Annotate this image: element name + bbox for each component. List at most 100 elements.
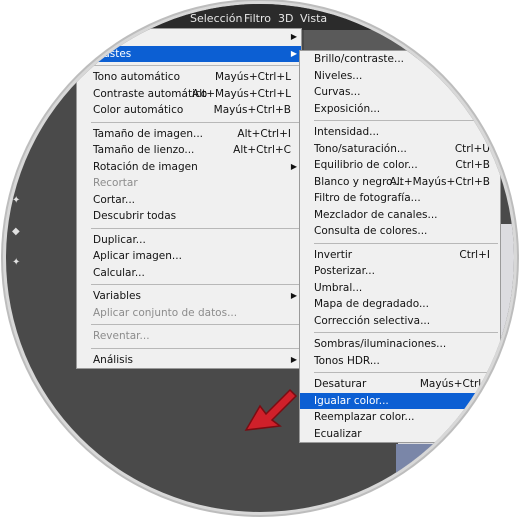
menu-separator [91, 284, 299, 285]
document-image [396, 444, 514, 512]
red-arrow-icon [244, 388, 298, 431]
tool-icon[interactable]: ✦ [12, 195, 32, 206]
image-menu-item-label: Calcular... [93, 266, 145, 279]
image-menu-item-label: Análisis [93, 353, 133, 366]
menu-seleccion[interactable]: Selección [190, 12, 242, 25]
menu-separator [314, 372, 498, 373]
adjustments-item[interactable]: Blanco y negro... Alt+Mayús+Ctrl+B [300, 174, 500, 191]
adjustments-item[interactable]: Niveles... [300, 68, 500, 85]
image-menu-item-label: Tamaño de lienzo... [93, 144, 195, 156]
adjustments-item-label: Corrección selectiva... [314, 314, 431, 327]
adjustments-item-label: Umbral... [314, 281, 363, 294]
submenu-arrow-icon: ▶ [290, 161, 297, 171]
adjustments-item[interactable]: Posterizar... [300, 263, 500, 280]
menu-separator [91, 227, 299, 229]
adjustments-submenu: Brillo/contraste... Niveles... Curvas... Ex… [299, 50, 501, 443]
image-menu-item-label: Duplicar... [93, 233, 146, 246]
menu-3d[interactable]: 3D [278, 12, 293, 25]
image-menu-item-label: Contraste automático [93, 87, 208, 100]
submenu-arrow-icon: ▶ [290, 48, 297, 58]
image-menu-item[interactable]: Color automático Mayús+Ctrl+B [77, 102, 301, 119]
image-menu-item-label: Descubrir todas [93, 210, 177, 222]
image-menu-item[interactable]: Ajustes ▶ [77, 45, 301, 62]
adjustments-item[interactable]: Sombras/iluminaciones... [300, 336, 500, 353]
adjustments-item[interactable]: Mapa de degradado... [300, 296, 500, 313]
adjustments-item[interactable]: Corrección selectiva... [300, 313, 500, 330]
image-menu-item[interactable]: Tamaño de lienzo... Alt+Ctrl+C [77, 142, 301, 159]
adjustments-item-label: Niveles... [314, 69, 363, 82]
adjustments-item[interactable]: Igualar color... [300, 392, 500, 409]
image-menu-item-shortcut: Alt+Ctrl+I [237, 127, 291, 140]
tool-icon[interactable]: ◆ [12, 164, 32, 175]
image-menu-item[interactable]: Análisis ▶ [77, 352, 301, 369]
image-menu-item: Reventar... [77, 328, 301, 345]
image-menu-item[interactable]: Tamaño de imagen... Alt+Ctrl+I [77, 126, 301, 143]
adjustments-item-label: Desaturar [314, 378, 367, 390]
adjustments-item[interactable]: Umbral... [300, 280, 500, 297]
adjustments-item-label: Invertir [314, 248, 353, 261]
image-menu-item[interactable]: Rotación de imagen ▶ [77, 159, 301, 176]
menu-separator [91, 324, 299, 325]
menu-separator [314, 332, 498, 333]
image-menu-item[interactable]: ▶ [77, 29, 301, 46]
adjustments-item[interactable]: Ecualizar [300, 426, 500, 443]
adjustments-item[interactable]: Invertir Ctrl+I [300, 247, 500, 264]
magnifier-lens: Selección Filtro 3D Vista ◆ ✦ ◆ ✦ ▶ Ajust… [6, 4, 514, 512]
image-menu-item[interactable]: Variables ▶ [77, 288, 301, 305]
adjustments-item-label: Igualar color... [314, 394, 389, 407]
submenu-arrow-icon: ▶ [290, 354, 297, 364]
image-menu-item[interactable]: Calcular... [77, 265, 301, 282]
tool-icon[interactable]: ✦ [12, 257, 32, 268]
adjustments-item-label: Equilibrio de color... [314, 159, 418, 171]
adjustments-item-shortcut: Ctrl+I [459, 248, 490, 261]
menu-separator [91, 121, 299, 123]
adjustments-item[interactable]: Curvas... [300, 84, 500, 101]
image-menu-item-label: Aplicar imagen... [93, 250, 182, 262]
image-menu-item[interactable]: Tono automático Mayús+Ctrl+L [77, 69, 301, 86]
adjustments-item[interactable]: Consulta de colores... [300, 223, 500, 240]
adjustments-item[interactable]: Intensidad... [300, 124, 500, 141]
image-menu-item[interactable]: Duplicar... [77, 232, 301, 249]
image-menu-item[interactable]: Aplicar imagen... [77, 248, 301, 265]
adjustments-item[interactable]: Filtro de fotografía... [300, 190, 500, 207]
adjustments-item-label: Filtro de fotografía... [314, 192, 421, 204]
adjustments-item-shortcut: Alt+Mayús+Ctrl+B [389, 175, 490, 188]
menu-separator [314, 120, 498, 121]
image-menu-item-label: Tono automático [93, 71, 180, 83]
image-menu-item-label: Tamaño de imagen... [93, 127, 204, 140]
image-menu-item-label: Rotación de imagen [93, 160, 198, 173]
image-menu-item-label: Cortar... [93, 193, 135, 206]
adjustments-item[interactable]: Tonos HDR... [300, 353, 500, 370]
adjustments-item[interactable]: Equilibrio de color... Ctrl+B [300, 157, 500, 174]
adjustments-item[interactable]: Tono/saturación... Ctrl+U [300, 141, 500, 158]
submenu-arrow-icon: ▶ [290, 32, 297, 41]
adjustments-item-shortcut: Mayús+Ctrl+ [419, 378, 490, 390]
image-menu-item-label: Ajustes [93, 47, 132, 60]
tool-icon[interactable]: ◆ [12, 226, 32, 237]
adjustments-item[interactable]: Mezclador de canales... [300, 207, 500, 224]
menu-vista[interactable]: Vista [300, 12, 327, 25]
image-menu-item: Aplicar conjunto de datos... [77, 305, 301, 322]
adjustments-item-shortcut: Ctrl+B [455, 159, 490, 171]
adjustments-item-label: Posterizar... [314, 265, 375, 277]
adjustments-item-label: Brillo/contraste... [314, 53, 405, 65]
image-menu-item[interactable]: Contraste automático Alt+Mayús+Ctrl+L [77, 86, 301, 103]
image-menu-item-label: Reventar... [93, 330, 150, 342]
image-menu-item-shortcut: Mayús+Ctrl+L [215, 71, 291, 83]
image-menu-item: Recortar [77, 175, 301, 192]
adjustments-item-label: Ecualizar [314, 427, 362, 440]
adjustments-item[interactable]: Reemplazar color... [300, 409, 500, 426]
submenu-arrow-icon: ▶ [290, 291, 297, 300]
adjustments-item[interactable]: Desaturar Mayús+Ctrl+ [300, 376, 500, 393]
left-toolbar: ◆ ✦ ◆ ✦ [6, 164, 32, 424]
adjustments-item[interactable]: Brillo/contraste... [300, 51, 500, 68]
adjustments-item[interactable]: Exposición... [300, 101, 500, 118]
image-menu-item-label: Color automático [93, 104, 184, 116]
image-menu-item-shortcut: Alt+Ctrl+C [233, 144, 291, 156]
image-menu-item[interactable]: Cortar... [77, 192, 301, 209]
menu-filtro[interactable]: Filtro [244, 12, 271, 25]
adjustments-item-label: Reemplazar color... [314, 411, 415, 423]
image-menu-item[interactable]: Descubrir todas [77, 208, 301, 225]
adjustments-item-label: Mezclador de canales... [314, 208, 438, 221]
image-menu-item-label: Variables [93, 290, 141, 302]
